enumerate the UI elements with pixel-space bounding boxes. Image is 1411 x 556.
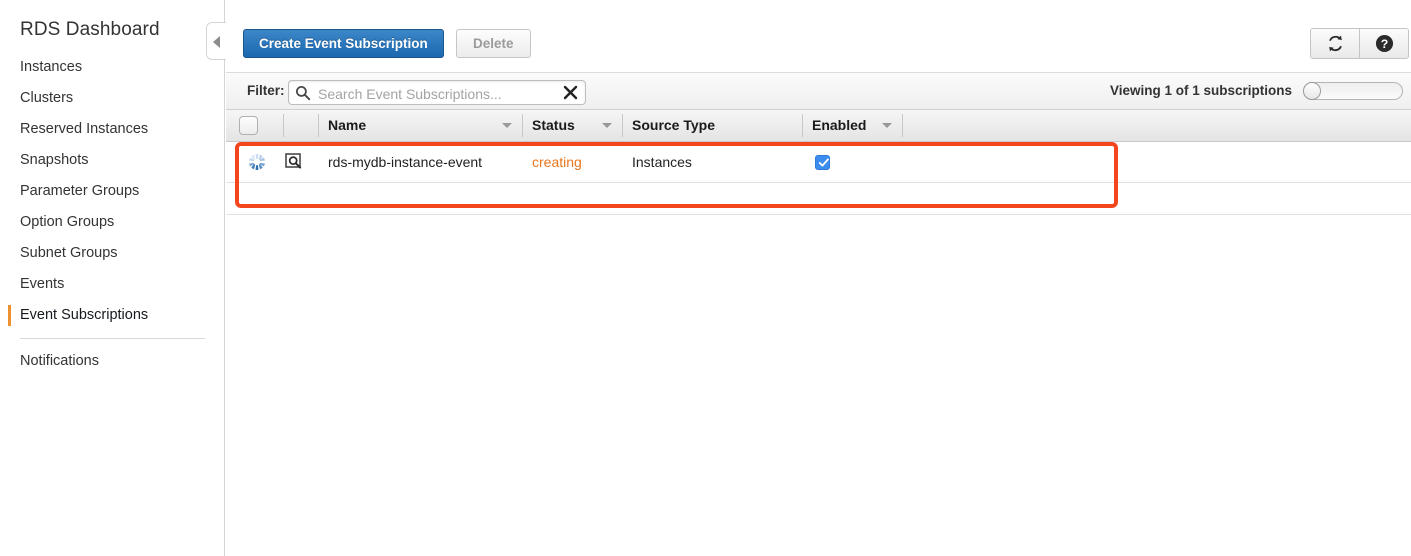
cell-enabled-checkbox[interactable] [815,155,830,170]
sidebar-item-events[interactable]: Events [0,269,225,300]
rds-event-subscriptions-page: RDS Dashboard Instances Clusters Reserve… [0,0,1411,556]
refresh-icon [1328,35,1342,52]
search-icon [295,85,311,106]
sidebar-item-label: Subnet Groups [20,245,118,261]
sidebar-item-reserved-instances[interactable]: Reserved Instances [0,114,225,145]
delete-button[interactable]: Delete [456,29,531,58]
sidebar-item-label: Snapshots [20,152,89,168]
cell-source-type: Instances [632,154,692,170]
table-header-row: Name Status Source Type Enabled [226,110,1411,142]
chevron-down-icon[interactable] [502,123,512,128]
filter-bar: Filter: Viewing 1 of 1 subscriptions [226,72,1411,110]
sidebar-item-notifications[interactable]: Notifications [0,346,225,377]
sidebar-nav-list: Instances Clusters Reserved Instances Sn… [0,52,225,377]
check-icon [819,158,829,167]
row-density-slider[interactable] [1303,82,1403,100]
column-divider [902,114,903,137]
sidebar-item-label: Reserved Instances [20,121,149,137]
loading-spinner-icon [248,153,266,176]
cell-name: rds-mydb-instance-event [328,154,483,170]
sidebar-item-label: Option Groups [20,214,115,230]
magnifier-box-icon[interactable] [285,153,303,176]
column-header-name[interactable]: Name [318,110,522,141]
column-header-label: Source Type [632,117,715,133]
slider-knob[interactable] [1303,82,1321,100]
clear-search-button[interactable] [562,84,579,106]
sidebar-item-parameter-groups[interactable]: Parameter Groups [0,176,225,207]
main-content: Create Event Subscription Delete ? Filte… [226,0,1411,556]
table-row[interactable]: rds-mydb-instance-event creating Instanc… [226,142,1411,183]
sidebar-item-subnet-groups[interactable]: Subnet Groups [0,238,225,269]
search-input-wrapper [288,80,586,106]
sidebar: RDS Dashboard Instances Clusters Reserve… [0,0,225,556]
refresh-button[interactable] [1311,29,1359,58]
table-empty-row [226,183,1411,215]
chevron-down-icon[interactable] [882,123,892,128]
column-header-source-type[interactable]: Source Type [622,110,802,141]
help-icon: ? [1375,34,1393,53]
event-subscriptions-table: Name Status Source Type Enabled rds-mydb… [226,110,1411,215]
sidebar-item-clusters[interactable]: Clusters [0,83,225,114]
close-icon [563,85,578,100]
create-event-subscription-button[interactable]: Create Event Subscription [243,29,444,58]
sidebar-item-label: Event Subscriptions [20,307,149,323]
sidebar-title: RDS Dashboard [20,19,160,40]
sidebar-item-label: Events [20,276,65,292]
column-header-label: Status [532,117,575,133]
column-header-status[interactable]: Status [522,110,622,141]
sidebar-item-event-subscriptions[interactable]: Event Subscriptions [0,300,225,331]
sidebar-item-label: Clusters [20,90,74,106]
sidebar-item-label: Instances [20,59,83,75]
help-button[interactable]: ? [1359,29,1408,58]
sidebar-divider [20,338,205,339]
column-header-label: Name [328,117,367,133]
column-header-enabled[interactable]: Enabled [802,110,902,141]
triangle-left-icon [213,36,220,48]
column-divider [283,114,284,137]
sidebar-item-instances[interactable]: Instances [0,52,225,83]
column-header-label: Enabled [812,117,867,133]
svg-text:?: ? [1380,37,1388,51]
toolbar-icon-buttons: ? [1310,28,1409,59]
viewing-count-label: Viewing 1 of 1 subscriptions [1109,83,1292,98]
sidebar-item-label: Notifications [20,353,99,369]
select-all-checkbox[interactable] [239,116,258,135]
search-input[interactable] [316,81,540,106]
active-indicator [8,305,11,326]
sidebar-item-snapshots[interactable]: Snapshots [0,145,225,176]
sidebar-item-label: Parameter Groups [20,183,140,199]
sidebar-collapse-button[interactable] [206,22,226,60]
cell-status: creating [532,154,582,170]
chevron-down-icon[interactable] [602,123,612,128]
filter-label: Filter: [247,83,285,98]
toolbar: Create Event Subscription Delete ? [226,0,1411,72]
sidebar-item-option-groups[interactable]: Option Groups [0,207,225,238]
